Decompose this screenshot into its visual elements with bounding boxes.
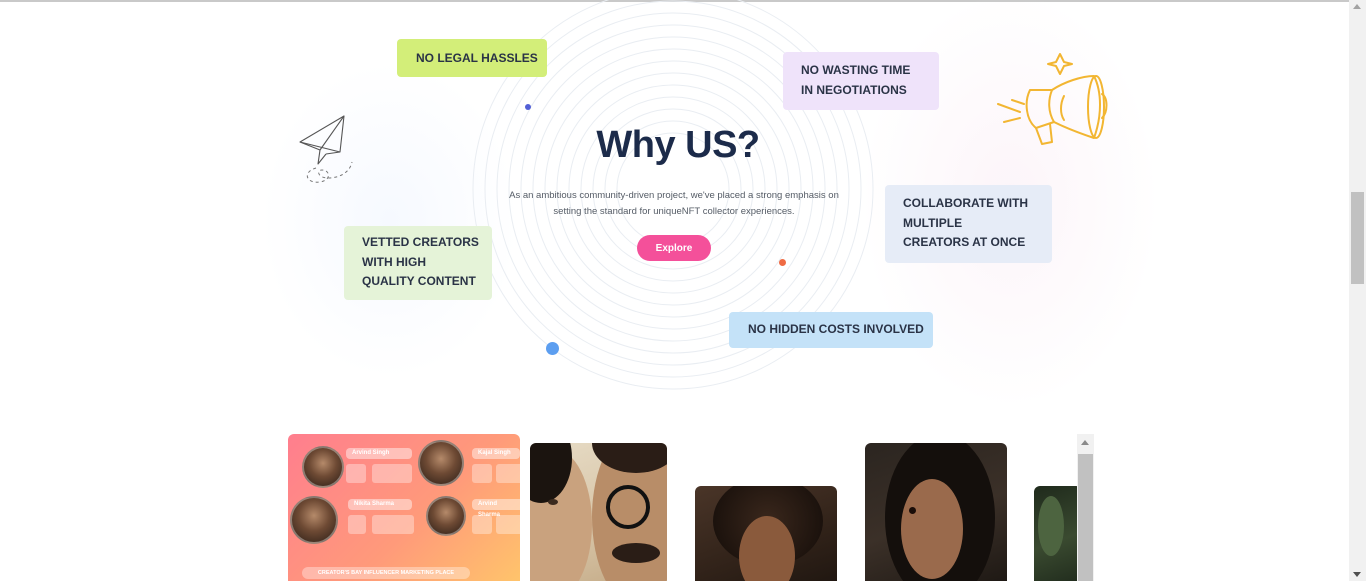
bindi [909,507,916,514]
feature-line: NO LEGAL HASSLES [416,51,538,65]
marketplace-card[interactable]: Arvind Singh Kajal Singh Nikita Sharma A… [288,434,520,581]
leaf [1038,496,1064,556]
scroll-down-arrow-icon[interactable] [1353,572,1361,577]
explore-button[interactable]: Explore [637,235,711,261]
creator-name: Arvind Sharma [472,499,520,518]
eye [548,499,558,505]
section-title: Why US? [596,124,760,166]
feature-tag-hidden-costs: NO HIDDEN COSTS INVOLVED [729,312,933,348]
creator-photo-plant[interactable] [1034,486,1082,581]
page-scrollbar[interactable] [1349,0,1366,581]
feature-line: QUALITY CONTENT [362,274,476,288]
creator-photo-couple[interactable] [530,443,667,581]
feature-tag-negotiations: NO WASTING TIME IN NEGOTIATIONS [783,52,939,110]
avatar [426,496,466,536]
creator-gallery: Arvind Singh Kajal Singh Nikita Sharma A… [288,434,1094,581]
decor-dot [779,259,786,266]
feature-line: WITH HIGH [362,254,426,269]
scroll-up-arrow-icon[interactable] [1353,4,1361,9]
placeholder-block [372,515,414,534]
feature-line: IN NEGOTIATIONS [801,82,907,97]
feature-line: CREATORS AT ONCE [903,235,1026,249]
scrollbar-thumb[interactable] [1078,454,1093,581]
creator-photo-bindi[interactable] [865,443,1007,581]
placeholder-block [372,464,412,483]
feature-line: NO HIDDEN COSTS INVOLVED [748,322,924,336]
placeholder-block [472,515,492,534]
feature-line: MULTIPLE [903,215,963,230]
feature-line: NO WASTING TIME [801,63,911,77]
feature-tag-collaborate: COLLABORATE WITH MULTIPLE CREATORS AT ON… [885,185,1052,263]
marketplace-banner: CREATOR'S BAY INFLUENCER MARKETING PLACE [302,567,470,579]
glasses [606,485,650,529]
paper-plane-icon [299,115,353,183]
feature-tag-vetted: VETTED CREATORS WITH HIGH QUALITY CONTEN… [344,226,492,300]
section-subtitle: As an ambitious community-driven project… [509,190,839,217]
gallery-scrollbar[interactable] [1077,434,1094,581]
face [901,479,963,579]
creator-name: Arvind Singh [346,448,412,459]
creator-name: Nikita Sharma [348,499,412,510]
megaphone-icon [997,53,1108,145]
placeholder-block [496,464,520,483]
placeholder-block [346,464,366,483]
creator-name: Kajal Singh [472,448,520,459]
placeholder-block [348,515,366,534]
feature-line: VETTED CREATORS [362,235,479,249]
scrollbar-thumb[interactable] [1351,192,1364,284]
placeholder-block [496,515,520,534]
decor-dot [525,104,531,110]
creator-photo-curly-hair[interactable] [695,486,837,581]
feature-line: COLLABORATE WITH [903,196,1029,210]
avatar [290,496,338,544]
mustache [612,543,660,563]
decor-dot [546,342,559,355]
avatar [418,440,464,486]
feature-tag-legal: NO LEGAL HASSLES [397,39,547,77]
avatar [302,446,344,488]
scroll-up-arrow-icon[interactable] [1081,440,1089,445]
placeholder-block [472,464,492,483]
